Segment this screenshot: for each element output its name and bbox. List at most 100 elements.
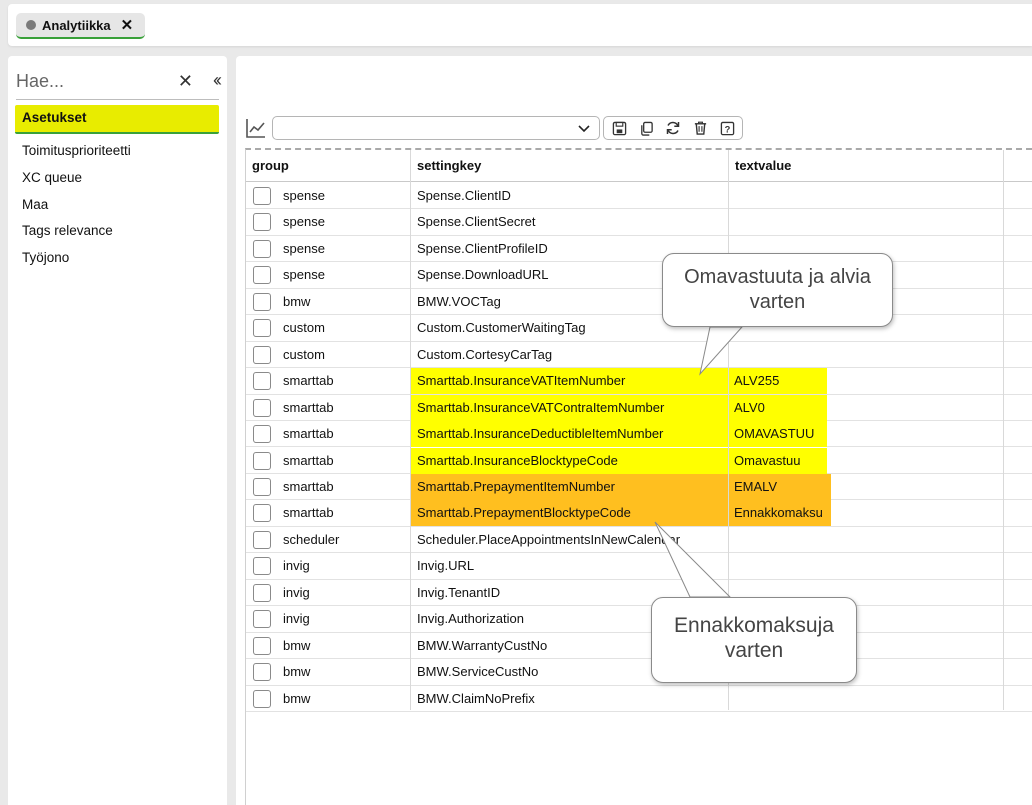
row-checkbox[interactable] — [253, 425, 271, 444]
table-row[interactable]: invig Invig.TenantID — [246, 580, 1032, 607]
table-row[interactable]: smarttab Smarttab.InsuranceVATItemNumber A… — [246, 368, 1032, 395]
search-input[interactable] — [16, 71, 164, 92]
sidebar-search: ✕ ‹‹ — [16, 64, 222, 100]
sidebar-item-tags-relevance[interactable]: Tags relevance — [15, 218, 219, 245]
row-checkbox[interactable] — [253, 372, 271, 391]
column-header-group[interactable]: group — [246, 150, 410, 182]
row-checkbox[interactable] — [253, 504, 271, 523]
cell-group: smarttab — [283, 399, 334, 415]
row-checkbox[interactable] — [253, 451, 271, 470]
callout-line: Omavastuuta ja alvia — [684, 266, 871, 288]
row-checkbox[interactable] — [253, 557, 271, 576]
cell-textvalue — [729, 209, 829, 235]
tab-label: Analytiikka — [42, 17, 111, 33]
row-checkbox[interactable] — [253, 530, 271, 549]
table-row[interactable]: smarttab Smarttab.PrepaymentItemNumber EMA… — [246, 473, 1032, 501]
cell-textvalue — [729, 342, 829, 368]
collapse-sidebar-icon[interactable]: ‹‹ — [213, 70, 222, 91]
toolbar: ? — [244, 114, 743, 142]
table-row[interactable]: invig Invig.URL — [246, 553, 1032, 580]
cell-settingkey: BMW.ClaimNoPrefix — [417, 690, 535, 706]
delete-button[interactable] — [689, 118, 711, 138]
tab-analytiikka[interactable]: Analytiikka ✕ — [16, 13, 146, 39]
cell-textvalue: ALV255 — [729, 368, 827, 395]
cell-textvalue — [729, 553, 829, 579]
row-checkbox[interactable] — [253, 239, 271, 258]
sidebar-item-asetukset[interactable]: Asetukset — [15, 105, 219, 134]
sidebar-nav: Asetukset Toimitusprioriteetti XC queue … — [15, 105, 219, 272]
cell-group: bmw — [283, 293, 311, 309]
clear-search-icon[interactable]: ✕ — [178, 71, 193, 92]
row-checkbox[interactable] — [253, 583, 271, 602]
row-checkbox[interactable] — [253, 292, 271, 311]
copy-icon — [640, 121, 653, 136]
refresh-button[interactable] — [662, 118, 684, 138]
cell-group: bmw — [283, 637, 311, 653]
table-row[interactable]: custom Custom.CortesyCarTag — [246, 342, 1032, 369]
row-checkbox[interactable] — [253, 266, 271, 285]
cell-group: smarttab — [283, 478, 334, 494]
cell-group: smarttab — [283, 452, 334, 468]
table-row[interactable]: smarttab Smarttab.InsuranceVATContraItemN… — [246, 394, 1032, 422]
cell-settingkey: Smarttab.InsuranceVATItemNumber — [411, 368, 728, 395]
row-checkbox[interactable] — [253, 345, 271, 364]
callout-ennakkomaksu: Ennakkomaksuja varten — [651, 597, 857, 683]
table-row[interactable]: bmw BMW.ClaimNoPrefix — [246, 686, 1032, 712]
table-row[interactable]: bmw BMW.VOCTag — [246, 289, 1032, 316]
cell-settingkey: Custom.CortesyCarTag — [417, 346, 553, 362]
row-checkbox[interactable] — [253, 689, 271, 708]
sidebar-item-maa[interactable]: Maa — [15, 192, 219, 219]
row-checkbox[interactable] — [253, 610, 271, 629]
column-divider — [410, 150, 411, 710]
cell-group: smarttab — [283, 373, 334, 389]
cell-group: smarttab — [283, 505, 334, 521]
callout-line: Ennakkomaksuja — [674, 614, 834, 637]
callout-line: varten — [749, 291, 806, 313]
row-checkbox[interactable] — [253, 187, 271, 205]
table-row[interactable]: spense Spense.DownloadURL — [246, 262, 1032, 289]
sidebar-item-xc-queue[interactable]: XC queue — [15, 165, 219, 192]
toolbar-button-group: ? — [603, 116, 743, 140]
table-row[interactable]: spense Spense.ClientProfileID — [246, 236, 1032, 263]
sidebar-item-tyojono[interactable]: Työjono — [15, 245, 219, 272]
column-header-textvalue[interactable]: textvalue — [729, 150, 1003, 182]
help-button[interactable]: ? — [716, 118, 738, 138]
chart-line-icon[interactable] — [244, 116, 268, 140]
cell-settingkey: Spense.ClientSecret — [417, 214, 536, 230]
table-row[interactable]: bmw BMW.ServiceCustNo — [246, 659, 1032, 686]
refresh-icon — [666, 121, 680, 135]
row-checkbox[interactable] — [253, 636, 271, 655]
table-row[interactable]: scheduler Scheduler.PlaceAppointmentsInNe… — [246, 527, 1032, 554]
row-checkbox[interactable] — [253, 477, 271, 496]
column-header-settingkey[interactable]: settingkey — [411, 150, 728, 182]
table-row[interactable]: smarttab Smarttab.InsuranceDeductibleItem… — [246, 421, 1032, 448]
cell-textvalue: OMAVASTUU — [729, 421, 827, 448]
settings-grid: group settingkey textvalue spense Spense.… — [245, 148, 1032, 805]
cell-textvalue — [729, 686, 829, 712]
cell-textvalue — [729, 183, 829, 209]
table-row[interactable]: invig Invig.Authorization — [246, 606, 1032, 633]
row-checkbox[interactable] — [253, 398, 271, 417]
cell-settingkey: Scheduler.PlaceAppointmentsInNewCalendar — [417, 531, 681, 547]
cell-settingkey: Smarttab.InsuranceBlocktypeCode — [411, 447, 728, 474]
save-button[interactable] — [608, 118, 630, 138]
copy-button[interactable] — [635, 118, 657, 138]
trash-icon — [694, 121, 706, 135]
row-checkbox[interactable] — [253, 319, 271, 338]
row-checkbox[interactable] — [253, 213, 271, 232]
cell-group: bmw — [283, 664, 311, 680]
table-row[interactable]: spense Spense.ClientID — [246, 183, 1032, 210]
table-row[interactable]: smarttab Smarttab.InsuranceBlocktypeCode O… — [246, 447, 1032, 474]
table-row[interactable]: bmw BMW.WarrantyCustNo — [246, 633, 1032, 660]
table-row[interactable]: spense Spense.ClientSecret — [246, 209, 1032, 236]
cell-group: custom — [283, 346, 325, 362]
cell-group: invig — [283, 584, 310, 600]
row-checkbox[interactable] — [253, 663, 271, 682]
sidebar-item-toimitusprioriteetti[interactable]: Toimitusprioriteetti — [15, 138, 219, 165]
cell-textvalue: Ennakkomaksu — [729, 500, 831, 527]
table-row[interactable]: smarttab Smarttab.PrepaymentBlocktypeCode… — [246, 500, 1032, 527]
close-tab-icon[interactable]: ✕ — [121, 16, 134, 34]
view-select[interactable] — [272, 116, 600, 140]
table-row[interactable]: custom Custom.CustomerWaitingTag — [246, 315, 1032, 342]
cell-group: spense — [283, 188, 325, 203]
